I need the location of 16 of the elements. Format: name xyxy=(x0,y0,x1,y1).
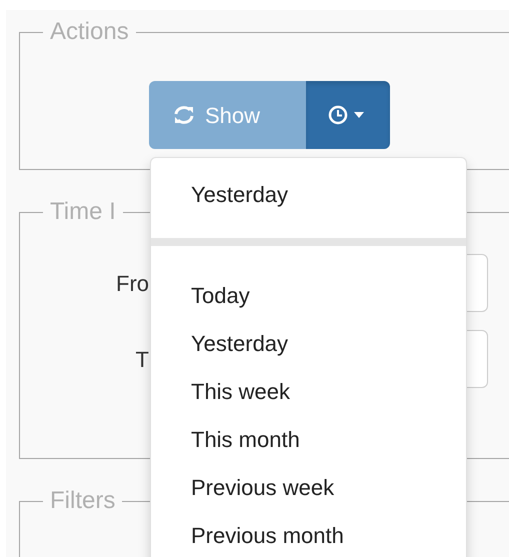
refresh-icon xyxy=(173,105,195,125)
menu-item[interactable]: This week xyxy=(151,368,466,416)
menu-item[interactable]: Previous month xyxy=(151,512,466,557)
section-legend: Actions xyxy=(43,18,136,46)
menu-item[interactable]: Today xyxy=(151,272,466,320)
menu-item[interactable]: Yesterday xyxy=(151,320,466,368)
field-label: T xyxy=(134,346,149,374)
field-label: Fro xyxy=(115,270,149,298)
clock-icon xyxy=(328,105,348,125)
section-legend: Time I xyxy=(43,198,123,226)
caret-icon xyxy=(354,112,364,118)
menu-item[interactable]: Previous week xyxy=(151,464,466,512)
history-dropdown-toggle[interactable] xyxy=(306,81,390,149)
menu-item[interactable]: Yesterday xyxy=(151,174,466,216)
menu-item[interactable]: This month xyxy=(151,416,466,464)
section-legend: Filters xyxy=(43,487,122,515)
